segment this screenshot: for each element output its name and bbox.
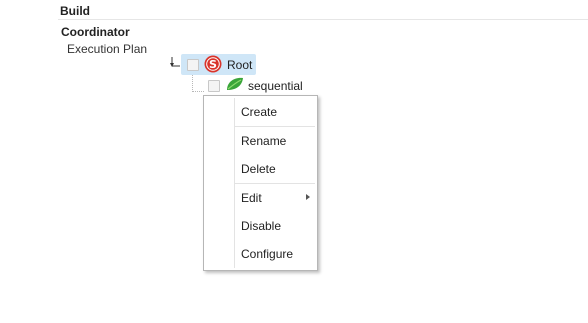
menu-item-delete[interactable]: Delete: [204, 157, 317, 181]
menu-separator: [235, 183, 315, 184]
tree-connector-vertical: [192, 73, 194, 92]
menu-item-delete-label: Delete: [241, 162, 276, 176]
menu-item-create-label: Create: [241, 105, 278, 119]
s-circle-icon: S: [204, 55, 222, 73]
menu-item-rename[interactable]: Rename: [204, 129, 317, 153]
sequential-checkbox[interactable]: [208, 80, 220, 92]
tree-node-sequential-label[interactable]: sequential: [248, 79, 303, 93]
menu-item-rename-label: Rename: [241, 134, 287, 148]
menu-item-configure[interactable]: Configure: [204, 242, 317, 266]
menu-item-disable-label: Disable: [241, 219, 282, 233]
menu-item-create[interactable]: Create: [204, 100, 317, 124]
root-checkbox[interactable]: [187, 59, 199, 71]
tree-connector-horizontal: [192, 91, 204, 93]
context-menu: Create Rename Delete Edit Disable Config…: [203, 95, 318, 271]
execution-plan-label: Execution Plan: [67, 42, 148, 56]
tree-node-root-label[interactable]: Root: [227, 58, 252, 72]
menu-item-configure-label: Configure: [241, 247, 294, 261]
section-title-build: Build: [60, 4, 90, 18]
coordinator-title: Coordinator: [61, 25, 130, 39]
menu-item-disable[interactable]: Disable: [204, 214, 317, 238]
menu-item-edit[interactable]: Edit: [204, 186, 317, 210]
menu-item-edit-label: Edit: [241, 191, 262, 205]
svg-text:S: S: [209, 58, 217, 71]
menu-separator: [235, 126, 315, 127]
submenu-arrow-icon: [306, 194, 310, 200]
leaf-icon: [227, 77, 243, 90]
section-divider: [58, 19, 588, 20]
tree-collapse-icon[interactable]: [168, 55, 182, 69]
